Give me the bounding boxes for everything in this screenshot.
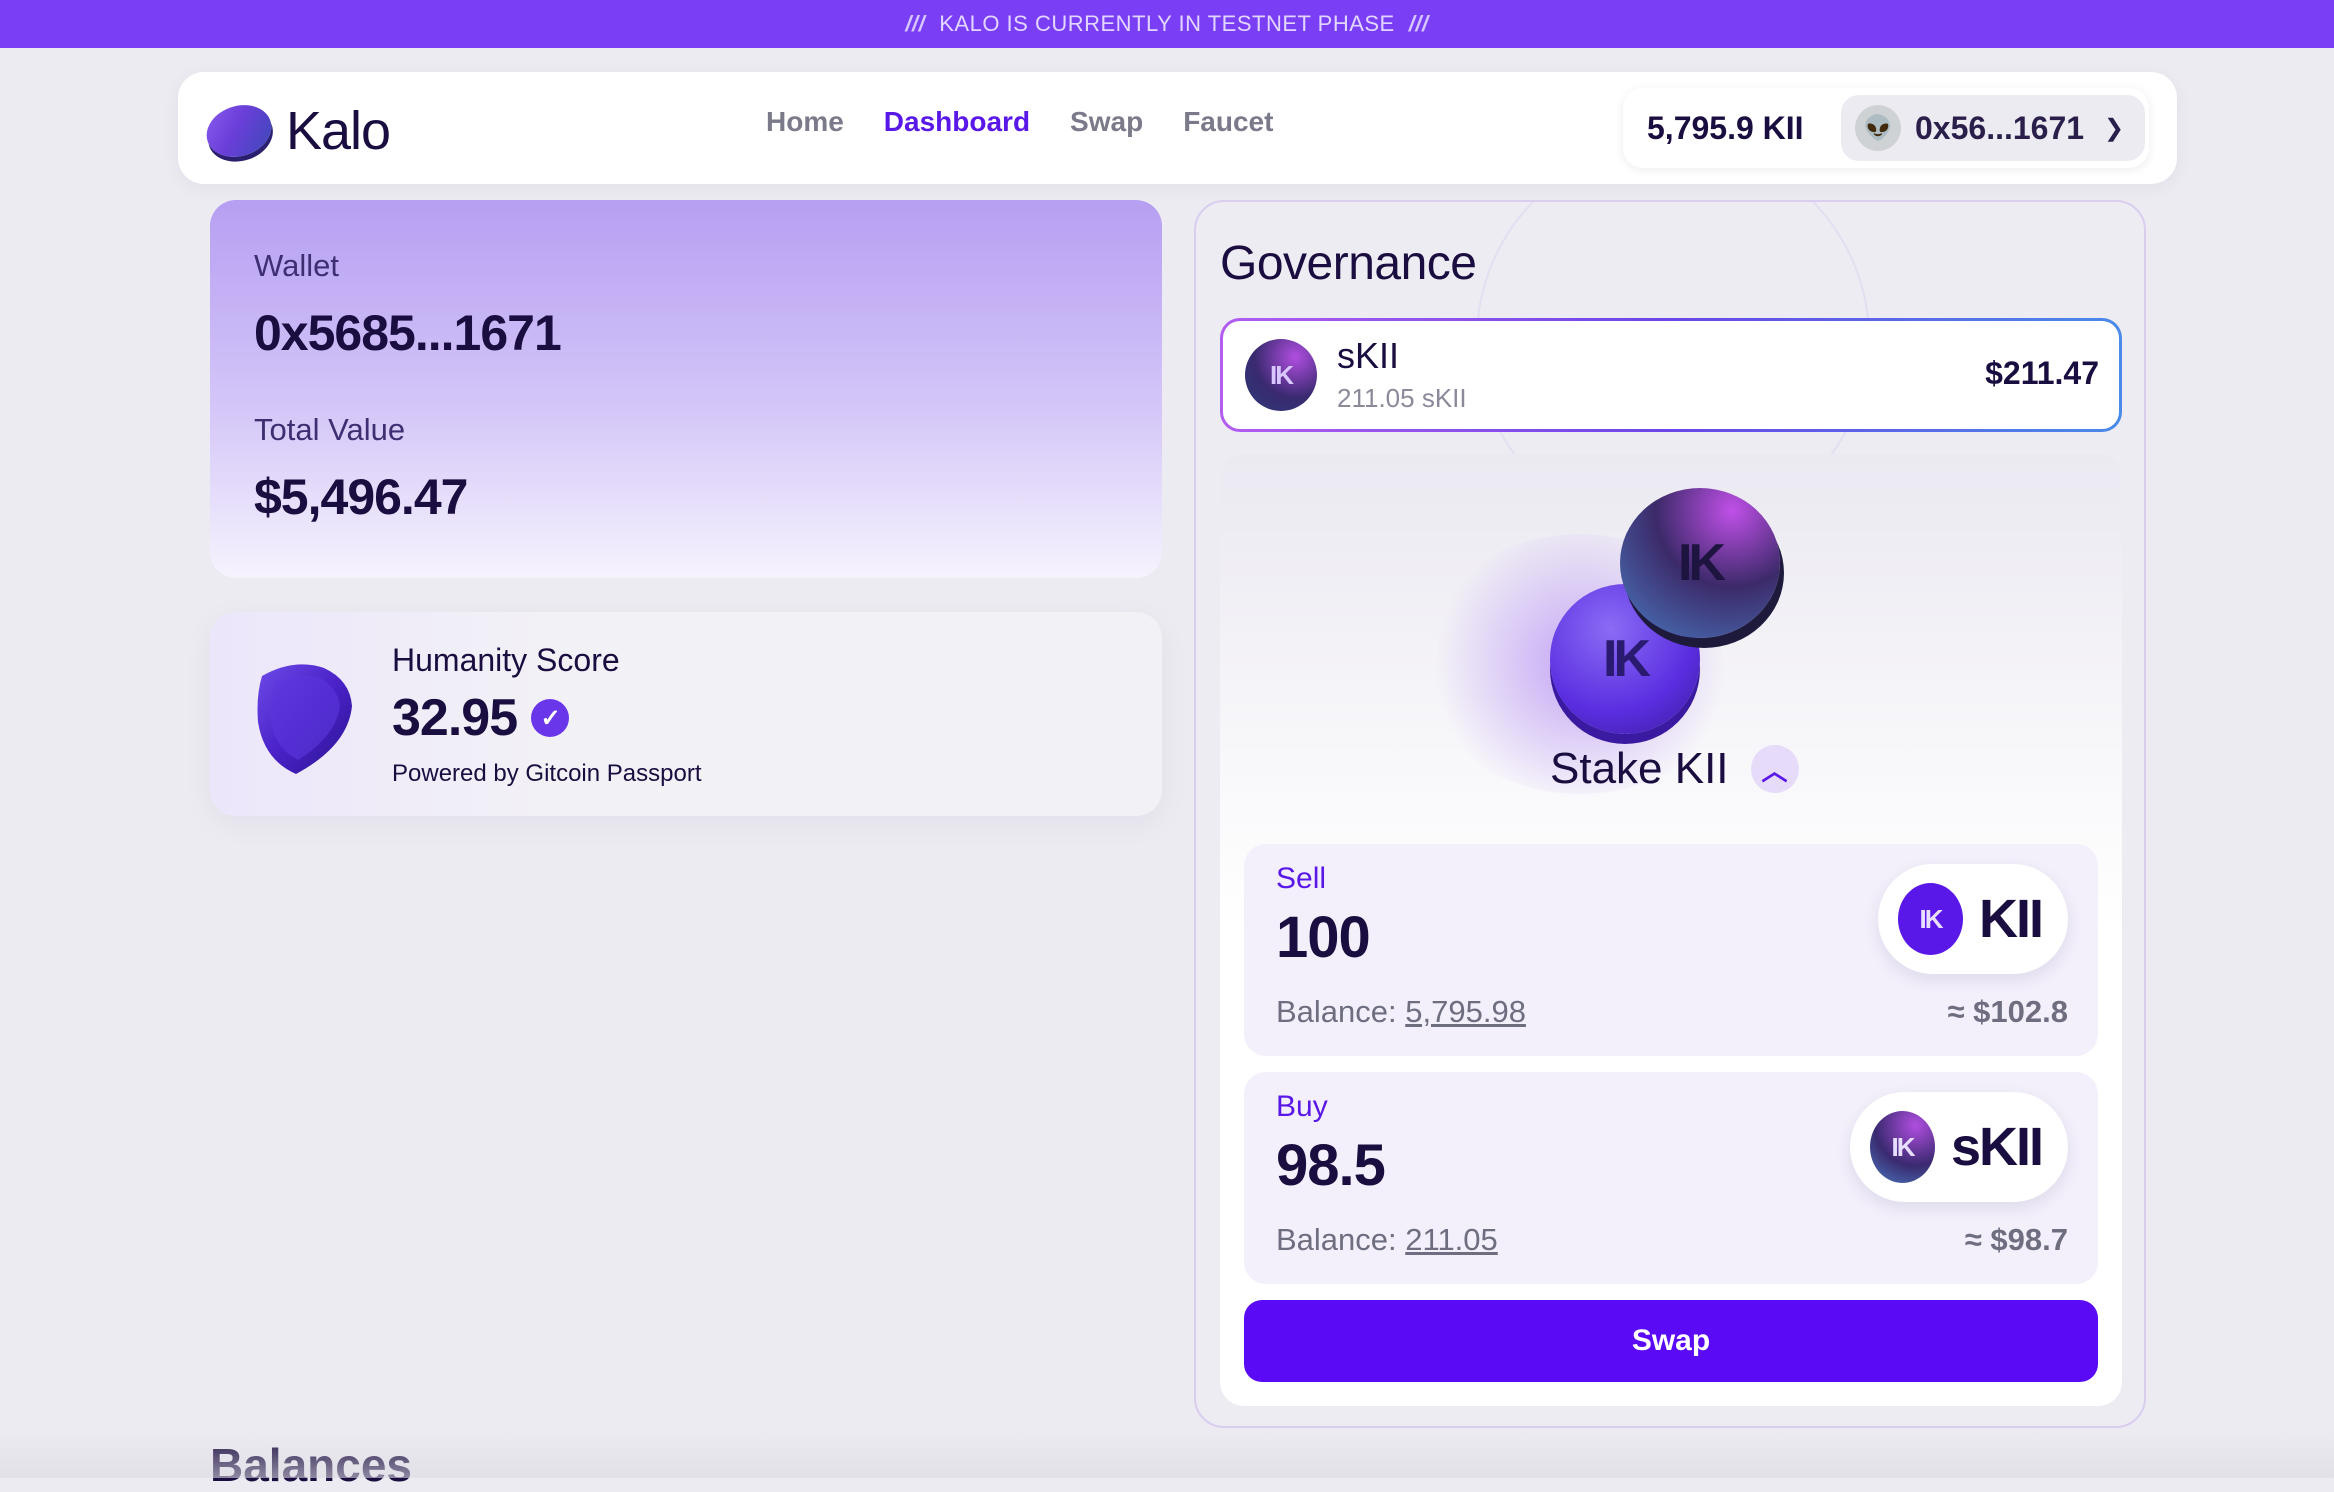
governance-panel: Governance IK sKII 211.05 sKII $211.47 I… (1194, 200, 2146, 1428)
token-name: sKII (1337, 335, 1400, 376)
sell-label: Sell (1276, 862, 1327, 895)
testnet-banner: /// KALO IS CURRENTLY IN TESTNET PHASE /… (0, 0, 2334, 48)
logo-text: Kalo (286, 101, 391, 161)
buy-usd: ≈ $98.7 (1964, 1222, 2068, 1257)
nav-faucet[interactable]: Faucet (1183, 106, 1273, 138)
humanity-card: Humanity Score 32.95 ✓ Powered by Gitcoi… (210, 612, 1162, 816)
account-widget: 5,795.9 KII 👽 0x56...1671 ❯ (1623, 88, 2149, 168)
sell-balance-prefix: Balance: (1276, 994, 1397, 1029)
swap-button[interactable]: Swap (1244, 1300, 2098, 1382)
skii-token-icon: IK (1870, 1111, 1935, 1183)
humanity-score-title: Humanity Score (392, 642, 620, 678)
banner-text: KALO IS CURRENTLY IN TESTNET PHASE (939, 11, 1395, 36)
sell-amount-input[interactable]: 100 (1276, 904, 1371, 971)
chevron-down-icon: ❯ (2104, 114, 2125, 142)
kalo-logo-icon (199, 97, 279, 165)
account-balance: 5,795.9 KII (1647, 109, 1804, 146)
sell-token-selector[interactable]: IK KII (1878, 864, 2068, 974)
balances-title: Balances (210, 1439, 413, 1491)
nav-dashboard[interactable]: Dashboard (884, 106, 1030, 138)
total-value: $5,496.47 (254, 469, 468, 525)
governance-title: Governance (1220, 237, 1477, 290)
swap-box: IK IK Stake KII ︿ Sell 100 Balance: 5,79… (1220, 454, 2122, 1406)
token-usd-value: $211.47 (1985, 355, 2099, 391)
buy-token-selector[interactable]: IK sKII (1850, 1092, 2068, 1202)
humanity-score: 32.95 ✓ (392, 688, 570, 748)
buy-amount[interactable]: 98.5 (1276, 1132, 1386, 1199)
powered-by: Powered by Gitcoin Passport (392, 760, 702, 787)
buy-balance: Balance: 211.05 (1276, 1222, 1498, 1258)
sell-panel: Sell 100 Balance: 5,795.98 ≈ $102.8 IK K… (1244, 844, 2098, 1056)
skii-token-icon: IK (1245, 339, 1317, 411)
buy-token-name: sKII (1950, 1117, 2044, 1177)
shield-icon (257, 664, 352, 774)
sell-usd: ≈ $102.8 (1947, 994, 2068, 1029)
buy-panel: Buy 98.5 Balance: 211.05 ≈ $98.7 IK sKII (1244, 1072, 2098, 1284)
stake-header: Stake KII ︿ (1550, 744, 1799, 794)
sell-balance-value[interactable]: 5,795.98 (1405, 994, 1526, 1029)
buy-balance-value[interactable]: 211.05 (1405, 1222, 1498, 1257)
top-header: Kalo Home Dashboard Swap Faucet 5,795.9 … (178, 72, 2177, 184)
sell-balance: Balance: 5,795.98 (1276, 994, 1526, 1030)
buy-balance-prefix: Balance: (1276, 1222, 1397, 1257)
wallet-address: 0x5685...1671 (254, 305, 562, 361)
humanity-score-value: 32.95 (392, 689, 518, 747)
account-dropdown[interactable]: 👽 0x56...1671 ❯ (1841, 95, 2145, 161)
sell-token-name: KII (1978, 889, 2044, 949)
chevron-up-icon[interactable]: ︿ (1750, 745, 1799, 793)
alien-avatar-icon: 👽 (1855, 105, 1901, 151)
stake-label: Stake KII (1550, 744, 1729, 793)
banner-marks-right: /// (1408, 11, 1429, 36)
nav-home[interactable]: Home (766, 106, 844, 138)
wallet-label: Wallet (254, 248, 339, 283)
verified-badge-icon: ✓ (531, 699, 570, 737)
buy-label: Buy (1276, 1090, 1328, 1123)
wallet-card: Wallet 0x5685...1671 Total Value $5,496.… (210, 200, 1162, 578)
nav-swap[interactable]: Swap (1070, 106, 1143, 138)
token-amount: 211.05 sKII (1337, 383, 1467, 413)
staking-coins-illustration: IK IK (1550, 474, 1810, 754)
main-nav: Home Dashboard Swap Faucet (766, 106, 1273, 138)
total-value-label: Total Value (254, 412, 406, 447)
token-row-skii[interactable]: IK sKII 211.05 sKII $211.47 (1220, 318, 2122, 432)
kii-token-icon: IK (1898, 883, 1963, 955)
account-address: 0x56...1671 (1915, 109, 2085, 146)
banner-marks-left: /// (905, 11, 926, 36)
logo[interactable]: Kalo (199, 97, 391, 165)
skii-coin-icon: IK (1620, 488, 1780, 638)
